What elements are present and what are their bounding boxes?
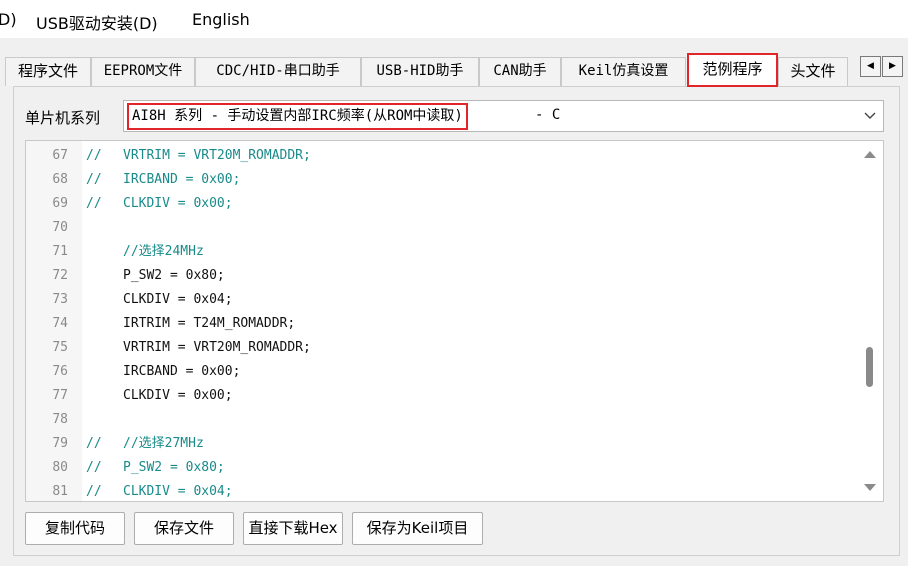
save-keil-project-button[interactable]: 保存为Keil项目 [352, 512, 483, 545]
code-line: 77 CLKDIV = 0x00; [26, 384, 856, 408]
line-code: P_SW2 = 0x80; [123, 268, 225, 283]
scrollbar-thumb[interactable] [866, 347, 873, 387]
code-line: 67 // VRTRIM = VRT20M_ROMADDR; [26, 144, 856, 168]
tab-scroll-left-button[interactable]: ◀ [860, 56, 881, 77]
mcu-series-value: AI8H 系列 - 手动设置内部IRC频率(从ROM中读取) [127, 103, 468, 130]
code-line: 75 VRTRIM = VRT20M_ROMADDR; [26, 336, 856, 360]
tab-scroll-right-button[interactable]: ▶ [882, 56, 903, 77]
menu-item-usb-driver[interactable]: USB驱动安装(D) [36, 10, 158, 34]
scroll-down-icon[interactable] [864, 484, 876, 491]
line-number: 76 [52, 364, 68, 379]
code-line: 76 IRCBAND = 0x00; [26, 360, 856, 384]
line-code: //选择24MHz [123, 244, 204, 259]
line-code: IRCBAND = 0x00; [123, 172, 241, 187]
line-comment-prefix: // [86, 196, 102, 211]
tab-cdc-hid-serial[interactable]: CDC/HID-串口助手 [195, 57, 361, 86]
line-number: 78 [52, 412, 68, 427]
code-line: 81 // CLKDIV = 0x04; [26, 480, 856, 501]
code-line: 73 CLKDIV = 0x04; [26, 288, 856, 312]
menu-item-partial[interactable]: D) [0, 10, 17, 29]
line-code: CLKDIV = 0x04; [123, 292, 233, 307]
chevron-down-icon[interactable] [863, 108, 877, 122]
mcu-series-select[interactable]: AI8H 系列 - 手动设置内部IRC频率(从ROM中读取) - C [123, 100, 884, 132]
code-line: 70 [26, 216, 856, 240]
line-comment-prefix: // [86, 484, 102, 499]
tab-usb-hid[interactable]: USB-HID助手 [361, 57, 479, 86]
tab-can[interactable]: CAN助手 [479, 57, 561, 86]
code-line: 74 IRTRIM = T24M_ROMADDR; [26, 312, 856, 336]
line-number: 67 [52, 148, 68, 163]
line-code: CLKDIV = 0x00; [123, 388, 233, 403]
code-editor[interactable]: 67 // VRTRIM = VRT20M_ROMADDR; 68 // IRCBAND … [25, 140, 884, 502]
vertical-scrollbar[interactable] [857, 141, 883, 501]
tab-program-file[interactable]: 程序文件 [5, 57, 91, 86]
code-line: 80 // P_SW2 = 0x80; [26, 456, 856, 480]
line-code: P_SW2 = 0x80; [123, 460, 225, 475]
tab-header-file[interactable]: 头文件 [778, 57, 848, 86]
line-number: 69 [52, 196, 68, 211]
line-number: 80 [52, 460, 68, 475]
line-code: CLKDIV = 0x00; [123, 196, 233, 211]
line-code: IRTRIM = T24M_ROMADDR; [123, 316, 296, 331]
copy-code-button[interactable]: 复制代码 [25, 512, 125, 545]
line-number: 81 [52, 484, 68, 499]
line-code: //选择27MHz [123, 436, 204, 451]
line-number: 75 [52, 340, 68, 355]
line-comment-prefix: // [86, 460, 102, 475]
menu-item-english[interactable]: English [192, 10, 250, 29]
mcu-series-label: 单片机系列 [25, 109, 101, 127]
scroll-up-icon[interactable] [864, 151, 876, 158]
line-code: VRTRIM = VRT20M_ROMADDR; [123, 340, 311, 355]
code-line: 69 // CLKDIV = 0x00; [26, 192, 856, 216]
tab-keil-sim[interactable]: Keil仿真设置 [561, 57, 686, 86]
line-number: 77 [52, 388, 68, 403]
tab-examples[interactable]: 范例程序 [687, 53, 778, 87]
code-line: 72 P_SW2 = 0x80; [26, 264, 856, 288]
code-line: 68 // IRCBAND = 0x00; [26, 168, 856, 192]
tab-eeprom-file[interactable]: EEPROM文件 [91, 57, 195, 86]
code-line: 79 // //选择27MHz [26, 432, 856, 456]
line-number: 73 [52, 292, 68, 307]
save-file-button[interactable]: 保存文件 [134, 512, 234, 545]
line-comment-prefix: // [86, 172, 102, 187]
code-line: 71 //选择24MHz [26, 240, 856, 264]
tab-strip: 程序文件 EEPROM文件 CDC/HID-串口助手 USB-HID助手 CAN… [0, 52, 908, 88]
line-code: IRCBAND = 0x00; [123, 364, 241, 379]
line-number: 79 [52, 436, 68, 451]
line-comment-prefix: // [86, 148, 102, 163]
line-number: 74 [52, 316, 68, 331]
line-number: 68 [52, 172, 68, 187]
download-hex-button[interactable]: 直接下载Hex [243, 512, 343, 545]
line-number: 72 [52, 268, 68, 283]
line-code: VRTRIM = VRT20M_ROMADDR; [123, 148, 311, 163]
line-number: 70 [52, 220, 68, 235]
menu-bar: D) USB驱动安装(D) English [0, 0, 908, 38]
code-line: 78 [26, 408, 856, 432]
line-number: 71 [52, 244, 68, 259]
line-comment-prefix: // [86, 436, 102, 451]
line-code: CLKDIV = 0x04; [123, 484, 233, 499]
mcu-series-suffix: - C [535, 107, 561, 123]
